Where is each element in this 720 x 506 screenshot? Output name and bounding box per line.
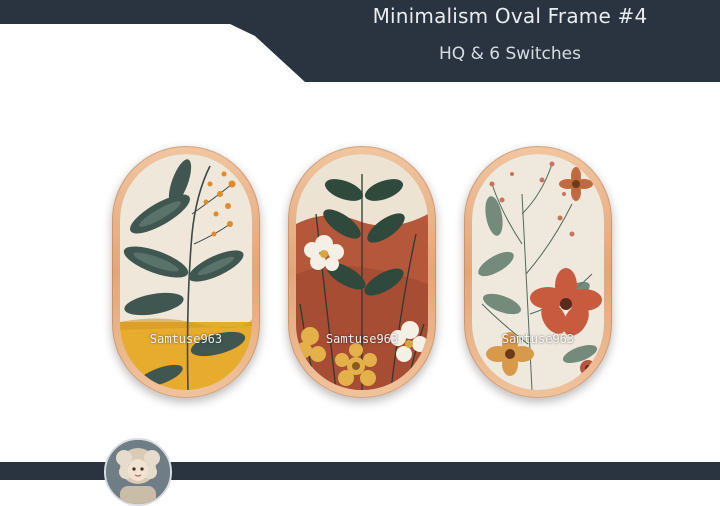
oval-frame-2[interactable]: Samtuse963 xyxy=(288,146,436,398)
watermark-text: Samtuse963 xyxy=(501,332,575,346)
watermark-text: Samtuse963 xyxy=(149,332,223,346)
oval-frame-3[interactable]: Samtuse963 xyxy=(464,146,612,398)
oval-frame-1[interactable]: Samtuse963 xyxy=(112,146,260,398)
frame-gallery: Samtuse963 Samtuse963 Samtuse963 xyxy=(0,140,720,405)
terracotta-flower-art-icon xyxy=(296,154,428,390)
leaf-botanical-art-icon xyxy=(120,154,252,390)
watermark-text: Samtuse963 xyxy=(325,332,399,346)
page-subtitle: HQ & 6 Switches xyxy=(439,44,581,64)
frame-artwork-3 xyxy=(472,154,604,390)
page-title: Minimalism Oval Frame #4 xyxy=(372,4,648,28)
doll-avatar-icon[interactable] xyxy=(104,438,172,506)
title-panel: Minimalism Oval Frame #4 HQ & 6 Switches xyxy=(0,0,720,82)
frame-artwork-1 xyxy=(120,154,252,390)
red-flower-botanical-art-icon xyxy=(472,154,604,390)
frame-artwork-2 xyxy=(296,154,428,390)
